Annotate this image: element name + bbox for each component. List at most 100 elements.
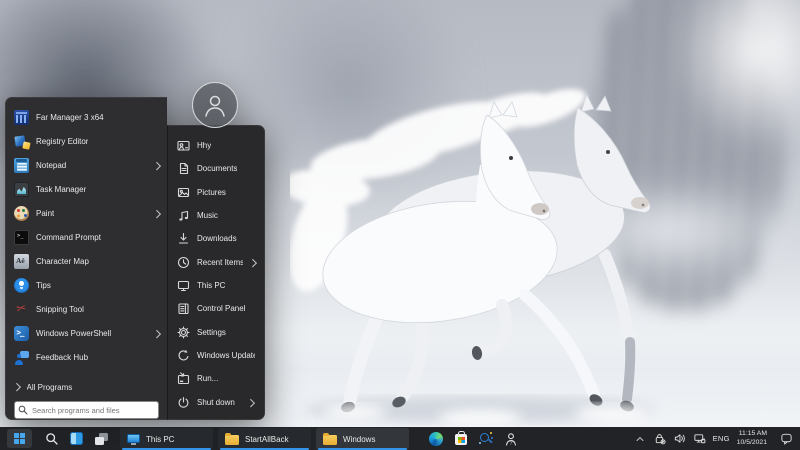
monitor-icon bbox=[177, 281, 190, 292]
charmap-glyph: Aé bbox=[16, 255, 25, 265]
submenu-chevron-icon bbox=[248, 258, 257, 267]
menu-item-label: Recent Items bbox=[197, 257, 243, 267]
start-button[interactable] bbox=[7, 429, 32, 448]
taskbar-window-label: StartAllBack bbox=[245, 434, 289, 444]
start-menu-item-powershell[interactable]: >_ Windows PowerShell bbox=[6, 321, 167, 345]
start-menu-item-registry-editor[interactable]: Registry Editor bbox=[6, 130, 167, 154]
menu-item-label: Documents bbox=[197, 164, 238, 174]
tray-time: 11:15 AM bbox=[738, 430, 767, 438]
menu-item-label: Music bbox=[197, 211, 218, 221]
language-indicator[interactable]: ENG bbox=[713, 434, 730, 443]
far-manager-icon bbox=[14, 110, 29, 126]
start-menu-item-notepad[interactable]: Notepad bbox=[6, 154, 167, 178]
wallpaper-horses bbox=[290, 89, 655, 427]
menu-item-label: Task Manager bbox=[36, 185, 87, 195]
start-menu-item-pictures[interactable]: Pictures bbox=[168, 181, 264, 204]
menu-item-label: Control Panel bbox=[197, 304, 246, 314]
all-programs-chevron-icon bbox=[12, 383, 21, 391]
start-menu-item-feedback-hub[interactable]: Feedback Hub bbox=[6, 345, 167, 369]
start-menu-item-paint[interactable]: Paint bbox=[6, 202, 167, 226]
help-question-glyph: ? bbox=[509, 440, 512, 445]
registry-editor-icon bbox=[14, 134, 29, 149]
menu-item-label: Windows PowerShell bbox=[36, 328, 112, 338]
search-input[interactable] bbox=[14, 401, 159, 420]
monitor-icon bbox=[127, 433, 140, 445]
start-menu-item-windows-update[interactable]: Windows Update bbox=[168, 344, 264, 367]
start-menu-item-this-pc[interactable]: This PC bbox=[168, 274, 264, 297]
gear-icon bbox=[177, 326, 190, 339]
run-window-icon bbox=[177, 372, 190, 385]
start-menu: Far Manager 3 x64 Registry Editor Notepa… bbox=[5, 82, 265, 420]
start-menu-item-music[interactable]: Music bbox=[168, 204, 264, 227]
menu-item-label: Tips bbox=[36, 280, 51, 290]
all-programs-button[interactable]: All Programs bbox=[6, 376, 167, 398]
start-menu-item-task-manager[interactable]: Task Manager bbox=[6, 178, 167, 202]
start-menu-item-snipping-tool[interactable]: ✂ Snipping Tool bbox=[6, 297, 167, 321]
edge-browser-button[interactable] bbox=[424, 428, 449, 449]
search-box bbox=[14, 401, 159, 420]
edge-icon bbox=[429, 431, 443, 446]
menu-item-label: Paint bbox=[36, 209, 55, 219]
taskbar-window-startallback[interactable]: StartAllBack bbox=[218, 428, 311, 450]
start-menu-places-panel: Hhy Documents Pictures Music Downloads R… bbox=[167, 125, 265, 420]
menu-item-label: Windows Update bbox=[197, 351, 255, 361]
search-icon bbox=[45, 432, 58, 445]
clock[interactable]: 11:15 AM 10/5/2021 bbox=[737, 430, 767, 447]
start-menu-item-settings[interactable]: Settings bbox=[168, 321, 264, 344]
system-tray: ENG 11:15 AM 10/5/2021 bbox=[634, 430, 800, 447]
taskbar-window-this-pc[interactable]: This PC bbox=[120, 428, 213, 450]
start-menu-item-user-folder[interactable]: Hhy bbox=[168, 134, 264, 157]
lightbulb-icon bbox=[14, 277, 29, 293]
chat-bubble-icon[interactable] bbox=[780, 432, 793, 445]
picture-icon bbox=[177, 187, 190, 197]
start-menu-item-downloads[interactable]: Downloads bbox=[168, 227, 264, 250]
control-panel-icon bbox=[178, 303, 189, 315]
powershell-glyph: >_ bbox=[16, 327, 25, 337]
start-menu-item-character-map[interactable]: Aé Character Map bbox=[6, 250, 167, 274]
widgets-icon bbox=[70, 432, 83, 445]
start-menu-item-far-manager[interactable]: Far Manager 3 x64 bbox=[6, 106, 167, 130]
command-prompt-icon: >_ bbox=[14, 230, 29, 246]
volume-icon[interactable] bbox=[673, 432, 686, 445]
taskbar-pinned-apps: ? bbox=[424, 428, 524, 449]
widgets-button[interactable] bbox=[64, 428, 89, 449]
start-menu-item-command-prompt[interactable]: >_ Command Prompt bbox=[6, 226, 167, 250]
start-menu-item-run[interactable]: Run... bbox=[168, 367, 264, 390]
paint-palette-icon bbox=[14, 206, 29, 222]
search-icon bbox=[18, 405, 28, 415]
get-help-button[interactable]: ? bbox=[499, 428, 524, 449]
shut-down-button[interactable]: Shut down bbox=[168, 391, 264, 414]
sparkle-magnifier-icon bbox=[479, 431, 493, 446]
start-menu-item-tips[interactable]: Tips bbox=[6, 273, 167, 297]
menu-item-label: Far Manager 3 x64 bbox=[36, 113, 104, 123]
magnifier-tool-button[interactable] bbox=[474, 428, 499, 449]
start-menu-item-control-panel[interactable]: Control Panel bbox=[168, 297, 264, 320]
start-menu-item-documents[interactable]: Documents bbox=[168, 157, 264, 180]
shut-down-chevron-icon bbox=[246, 398, 255, 407]
cmd-glyph: >_ bbox=[17, 232, 24, 239]
document-icon bbox=[179, 163, 189, 175]
tray-chevron-up-icon[interactable] bbox=[634, 433, 646, 445]
feedback-hub-icon bbox=[14, 350, 29, 365]
folder-icon bbox=[323, 432, 337, 445]
menu-item-label: Feedback Hub bbox=[36, 352, 89, 362]
menu-item-label: Hhy bbox=[197, 141, 212, 151]
user-folder-icon bbox=[177, 141, 190, 151]
taskbar-window-windows[interactable]: Windows bbox=[316, 428, 409, 450]
menu-item-label: Downloads bbox=[197, 234, 237, 244]
user-avatar[interactable] bbox=[192, 82, 238, 128]
get-help-person-icon: ? bbox=[506, 432, 516, 446]
microsoft-store-button[interactable] bbox=[449, 428, 474, 449]
menu-item-label: Notepad bbox=[36, 161, 67, 171]
task-manager-icon bbox=[14, 182, 29, 198]
network-icon[interactable] bbox=[693, 432, 706, 445]
taskbar-search-button[interactable] bbox=[39, 428, 64, 449]
security-lock-icon[interactable] bbox=[653, 432, 666, 445]
folder-icon bbox=[225, 432, 239, 445]
submenu-chevron-icon bbox=[152, 209, 161, 218]
taskbar-window-label: Windows bbox=[343, 434, 376, 444]
start-menu-item-recent-items[interactable]: Recent Items bbox=[168, 251, 264, 274]
download-arrow-icon bbox=[178, 233, 189, 245]
task-view-button[interactable] bbox=[89, 428, 114, 449]
shut-down-label: Shut down bbox=[197, 397, 235, 407]
